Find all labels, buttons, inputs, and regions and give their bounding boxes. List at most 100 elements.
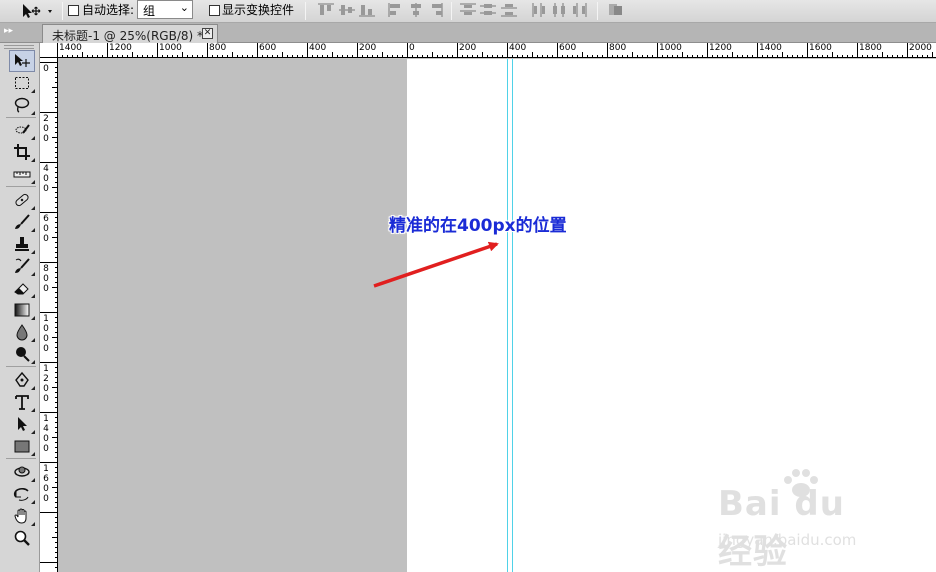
hand-icon <box>14 508 27 524</box>
vertical-ruler-label: 1200 <box>43 364 49 404</box>
align-vertical-centers-button[interactable] <box>337 1 357 19</box>
horizontal-ruler-ticks <box>62 43 933 57</box>
auto-select-label: 自动选择: <box>82 3 135 17</box>
separator <box>305 2 306 20</box>
gradient-icon <box>14 303 30 317</box>
history-brush-tool[interactable] <box>9 255 35 277</box>
vertical-ruler-label: 1000 <box>43 314 49 354</box>
vertical-ruler[interactable]: 0 200 400 600 800 1000 1200 1400 1600 <box>40 58 58 572</box>
vertical-ruler-label: 600 <box>43 214 49 244</box>
photoshop-window: 自动选择: 组 ⌄ 显示变换控件 ▸▸ 未标题-1 @ 25%(RGB/8) *… <box>0 0 936 572</box>
path-select-tool[interactable] <box>9 413 35 435</box>
crop-tool[interactable] <box>9 141 35 163</box>
eraser-tool[interactable] <box>9 277 35 299</box>
document-tab[interactable]: 未标题-1 @ 25%(RGB/8) * ✕ <box>42 24 218 43</box>
horizontal-ruler-label: 200 <box>459 43 477 53</box>
vertical-ruler-label: 1400 <box>43 414 49 454</box>
distribute-hcenter-icon <box>553 3 565 17</box>
horizontal-ruler[interactable]: 1400 1200 1000 800 600 400 200 0 200 400 600 800 100… <box>58 43 936 58</box>
dodge-tool[interactable] <box>9 343 35 365</box>
lasso-icon <box>14 97 30 113</box>
distribute-left-button[interactable] <box>530 1 550 19</box>
zoom-tool[interactable] <box>9 527 35 549</box>
auto-align-layers-button[interactable] <box>606 1 626 19</box>
hand-tool[interactable] <box>9 505 35 527</box>
auto-select-dropdown[interactable]: 组 ⌄ <box>137 0 193 19</box>
ruler-origin[interactable] <box>40 43 58 58</box>
move-tool[interactable] <box>9 50 35 72</box>
orbit-3d-tool[interactable] <box>9 483 35 505</box>
ruler-tool[interactable] <box>9 163 35 185</box>
horizontal-ruler-label: 600 <box>559 43 577 53</box>
distribute-bottom-button[interactable] <box>499 1 519 19</box>
vertical-ruler-label: 0 <box>43 64 49 74</box>
distribute-right-icon <box>573 3 587 17</box>
path-select-icon <box>18 417 27 431</box>
align-right-icon <box>432 3 443 17</box>
show-transform-label: 显示变换控件 <box>222 3 295 17</box>
horizontal-ruler-label: 200 <box>359 43 377 53</box>
panel-grip[interactable] <box>4 45 34 49</box>
align-vcenter-icon <box>339 5 355 15</box>
distribute-top-button[interactable] <box>458 1 478 19</box>
move-tool-icon <box>23 4 52 18</box>
type-tool[interactable] <box>9 391 35 413</box>
crop-icon <box>14 144 30 160</box>
healing-brush-icon <box>15 193 29 207</box>
history-brush-icon <box>15 258 30 273</box>
brush-icon <box>15 214 30 229</box>
collapse-panels-icon[interactable]: ▸▸ <box>4 26 18 38</box>
marquee-icon <box>15 77 29 89</box>
tool-divider <box>6 117 36 118</box>
tool-divider <box>6 458 36 459</box>
show-transform-checkbox[interactable] <box>209 5 220 16</box>
horizontal-ruler-label: 800 <box>209 43 227 53</box>
quick-select-tool[interactable] <box>9 119 35 141</box>
distribute-right-button[interactable] <box>570 1 590 19</box>
align-hcenter-icon <box>411 3 421 17</box>
options-bar: 自动选择: 组 ⌄ 显示变换控件 <box>0 0 936 23</box>
close-icon[interactable]: ✕ <box>202 28 213 39</box>
chevron-down-icon: ⌄ <box>179 1 189 14</box>
auto-select-checkbox[interactable] <box>68 5 79 16</box>
tool-preset-picker[interactable] <box>20 2 60 20</box>
align-horizontal-centers-button[interactable] <box>406 1 426 19</box>
marquee-tool[interactable] <box>9 72 35 94</box>
distribute-hcenter-button[interactable] <box>550 1 570 19</box>
rotate-3d-tool[interactable] <box>9 461 35 483</box>
horizontal-ruler-label: 800 <box>609 43 627 53</box>
vertical-ruler-label: 200 <box>43 114 49 144</box>
type-icon <box>15 395 29 410</box>
align-top-edges-button[interactable] <box>316 1 336 19</box>
baidu-jingyan-watermark: Bai du 经验 jingyan.baidu.com <box>716 468 892 572</box>
horizontal-ruler-label: 1200 <box>709 43 732 53</box>
distribute-top-icon <box>460 3 476 15</box>
auto-select-value: 组 <box>143 4 156 18</box>
healing-brush-tool[interactable] <box>9 189 35 211</box>
brush-tool[interactable] <box>9 211 35 233</box>
document-title: 未标题-1 @ 25%(RGB/8) * <box>52 29 203 43</box>
canvas-workspace[interactable]: 精准的在400px的位置 Bai du 经验 jingyan.baidu.com <box>59 59 936 572</box>
horizontal-ruler-label: 600 <box>259 43 277 53</box>
horizontal-ruler-label: 1000 <box>159 43 182 53</box>
lasso-tool[interactable] <box>9 94 35 116</box>
shape-tool[interactable] <box>9 435 35 457</box>
align-bottom-icon <box>359 5 375 17</box>
distribute-vcenter-button[interactable] <box>478 1 498 19</box>
move-icon <box>15 54 30 67</box>
horizontal-ruler-label: 400 <box>309 43 327 53</box>
horizontal-ruler-label: 0 <box>409 43 415 53</box>
tool-divider <box>6 186 36 187</box>
distribute-bottom-icon <box>501 4 517 17</box>
distribute-vcenter-icon <box>480 4 496 15</box>
align-right-edges-button[interactable] <box>426 1 446 19</box>
ruler-icon <box>13 171 31 178</box>
gradient-tool[interactable] <box>9 299 35 321</box>
vertical-ruler-label: 800 <box>43 264 49 294</box>
align-left-edges-button[interactable] <box>386 1 406 19</box>
align-bottom-edges-button[interactable] <box>357 1 377 19</box>
clone-stamp-tool[interactable] <box>9 233 35 255</box>
watermark-brand: Bai du 经验 <box>718 484 845 572</box>
blur-tool[interactable] <box>9 321 35 343</box>
pen-tool[interactable] <box>9 369 35 391</box>
